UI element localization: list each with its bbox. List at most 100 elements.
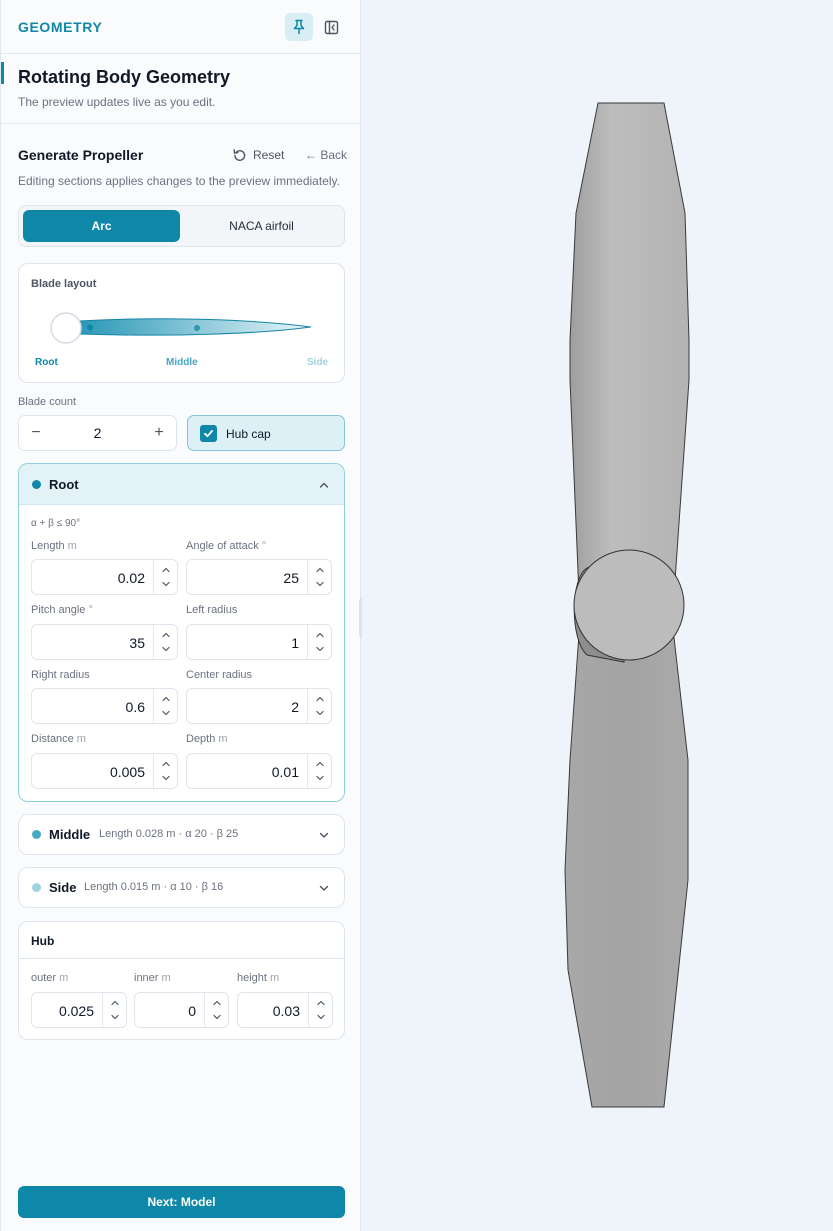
decrement-button[interactable]: − (19, 416, 53, 450)
middle-section[interactable]: Middle Length 0.028 m · α 20 · β 25 (18, 814, 345, 855)
blade-count-label: Blade count (18, 396, 77, 408)
length-input[interactable]: 0.02 (31, 559, 178, 595)
back-label: ← Back (305, 148, 348, 162)
hub-inner-spinner[interactable] (204, 993, 228, 1027)
spin-down-icon[interactable] (161, 773, 171, 783)
right-radius-input[interactable]: 0.6 (31, 688, 178, 724)
depth-input[interactable]: 0.01 (186, 753, 332, 789)
blade-count-value[interactable]: 2 (53, 425, 142, 441)
check-icon (204, 430, 213, 438)
spin-up-icon[interactable] (315, 565, 325, 575)
hub-cap-checkbox[interactable] (200, 425, 217, 442)
right-radius-spinner[interactable] (153, 689, 177, 723)
distance-spinner[interactable] (153, 754, 177, 788)
side-section[interactable]: Side Length 0.015 m · α 10 · β 16 (18, 867, 345, 908)
lower-blade (564, 619, 689, 1108)
middle-dot (32, 830, 41, 839)
pitch-angle-input[interactable]: 35 (31, 624, 178, 660)
spin-down-icon[interactable] (315, 708, 325, 718)
layout-label-middle: Middle (166, 357, 198, 368)
length-label: Length m (31, 540, 77, 552)
hub-outer-value: 0.025 (58, 1003, 94, 1019)
spin-down-icon[interactable] (316, 1012, 326, 1022)
hub-outer-input[interactable]: 0.025 (31, 992, 127, 1028)
propeller-preview-viewport[interactable] (362, 0, 833, 1231)
angle-of-attack-input[interactable]: 25 (186, 559, 332, 595)
tab-arc[interactable]: Arc (23, 210, 180, 242)
length-spinner[interactable] (153, 560, 177, 594)
hub-inner-label: inner m (134, 972, 171, 984)
reset-button[interactable]: Reset (232, 147, 284, 163)
hub-height-value: 0.03 (272, 1003, 300, 1019)
generator-title: Generate Propeller (18, 147, 144, 163)
next-model-button[interactable]: Next: Model (18, 1186, 345, 1218)
middle-marker (194, 325, 200, 331)
hub-outer-label: outer m (31, 972, 69, 984)
hub-inner-value: 0 (188, 1003, 196, 1019)
reset-label: Reset (253, 148, 285, 162)
spin-up-icon[interactable] (161, 759, 171, 769)
spin-down-icon[interactable] (161, 579, 171, 589)
layout-label-side: Side (307, 357, 329, 368)
spin-up-icon[interactable] (161, 630, 171, 640)
panel-header: GEOMETRY (1, 0, 361, 54)
title-block: Rotating Body Geometry The preview updat… (1, 54, 361, 124)
spin-up-icon[interactable] (161, 565, 171, 575)
center-radius-spinner[interactable] (307, 689, 331, 723)
back-button[interactable]: ← Back (305, 147, 347, 163)
spin-down-icon[interactable] (315, 644, 325, 654)
spin-down-icon[interactable] (315, 579, 325, 589)
angle-of-attack-spinner[interactable] (307, 560, 331, 594)
hub-cap-toggle[interactable]: Hub cap (187, 415, 345, 451)
spin-up-icon[interactable] (161, 694, 171, 704)
hub-circle (50, 312, 82, 344)
hub-cap-label: Hub cap (226, 427, 271, 441)
spin-down-icon[interactable] (161, 708, 171, 718)
accent-bar (1, 62, 4, 84)
hub-height-label: height m (237, 972, 280, 984)
right-radius-value: 0.6 (125, 699, 145, 715)
spin-down-icon[interactable] (161, 644, 171, 654)
generator-description: Editing sections applies changes to the … (18, 174, 340, 188)
page-subtitle: The preview updates live as you edit. (18, 95, 216, 109)
spin-down-icon[interactable] (315, 773, 325, 783)
depth-spinner[interactable] (307, 754, 331, 788)
spin-up-icon[interactable] (315, 694, 325, 704)
center-radius-input[interactable]: 2 (186, 688, 332, 724)
geometry-panel: GEOMETRY Rotating Body Geometry The prev… (0, 0, 361, 1231)
hub-inner-input[interactable]: 0 (134, 992, 229, 1028)
reset-icon (233, 148, 246, 161)
left-radius-spinner[interactable] (307, 625, 331, 659)
spin-down-icon[interactable] (212, 1012, 222, 1022)
hub-cap (573, 549, 685, 661)
root-section-header[interactable]: Root (19, 464, 344, 505)
angle-of-attack-label: Angle of attack ° (186, 540, 267, 552)
spin-up-icon[interactable] (212, 998, 222, 1008)
root-section-title: Root (49, 477, 79, 492)
left-radius-input[interactable]: 1 (186, 624, 332, 660)
hub-height-spinner[interactable] (308, 993, 332, 1027)
pitch-angle-spinner[interactable] (153, 625, 177, 659)
panel-brand: GEOMETRY (18, 19, 103, 35)
upper-blade (569, 102, 690, 596)
pitch-angle-value: 35 (129, 635, 145, 651)
spin-up-icon[interactable] (315, 630, 325, 640)
hub-outer-spinner[interactable] (102, 993, 126, 1027)
distance-input[interactable]: 0.005 (31, 753, 178, 789)
spin-up-icon[interactable] (315, 759, 325, 769)
hub-height-input[interactable]: 0.03 (237, 992, 333, 1028)
root-dot (32, 480, 41, 489)
tab-naca-airfoil[interactable]: NACA airfoil (183, 210, 340, 242)
pin-button[interactable] (285, 13, 313, 41)
root-section: Root α + β ≤ 90° Length m 0.02 Angle of a… (18, 463, 345, 802)
spin-up-icon[interactable] (110, 998, 120, 1008)
side-summary: Length 0.015 m · α 10 · β 16 (84, 881, 224, 893)
spin-up-icon[interactable] (316, 998, 326, 1008)
page-title: Rotating Body Geometry (18, 67, 231, 87)
center-radius-value: 2 (291, 699, 299, 715)
center-radius-label: Center radius (186, 669, 253, 681)
layout-label-root: Root (35, 357, 58, 368)
spin-down-icon[interactable] (110, 1012, 120, 1022)
increment-button[interactable]: + (142, 416, 176, 450)
collapse-sidebar-button[interactable] (317, 13, 345, 41)
